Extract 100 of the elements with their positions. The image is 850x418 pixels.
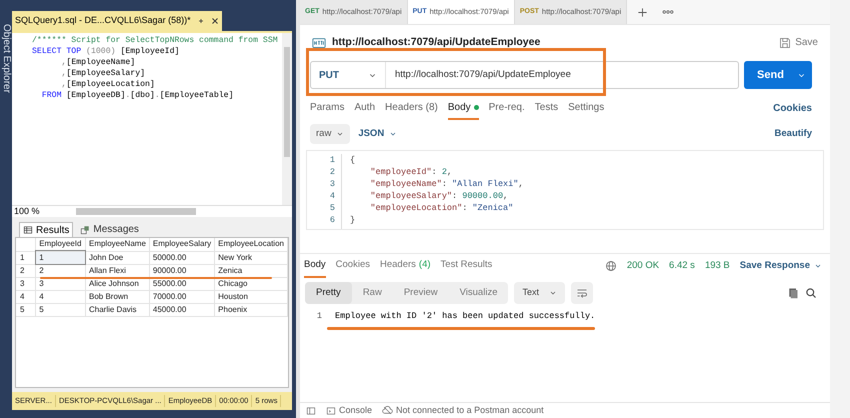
close-icon bbox=[210, 17, 219, 25]
request-option-tab[interactable]: Auth bbox=[354, 96, 376, 120]
code-line: "employeeId": 2, bbox=[369, 166, 454, 178]
format-dropdown[interactable]: Text bbox=[514, 282, 565, 304]
code-line: ,[EmployeeSalary] bbox=[60, 68, 146, 79]
results-tab[interactable]: Results bbox=[19, 222, 74, 237]
save-icon bbox=[779, 36, 792, 48]
plus-icon bbox=[637, 6, 648, 18]
grid-icon bbox=[23, 225, 33, 235]
method-dropdown[interactable]: PUT bbox=[311, 62, 386, 88]
request-title: http://localhost:7079/api/UpdateEmployee bbox=[332, 34, 540, 50]
request-option-tab[interactable]: Headers (8) bbox=[385, 96, 438, 120]
chevron-icon bbox=[336, 130, 344, 138]
code-line: } bbox=[350, 214, 356, 226]
table-cell: New York bbox=[214, 251, 288, 264]
table-cell: 1 bbox=[36, 251, 86, 264]
table-cell: 4 bbox=[36, 290, 86, 303]
request-option-tab[interactable]: Pre-req. bbox=[488, 96, 525, 120]
send-button[interactable]: Send bbox=[744, 61, 812, 89]
request-option-tab[interactable]: Settings bbox=[568, 96, 604, 120]
line-number: 4 bbox=[330, 190, 335, 202]
line-number: 6 bbox=[330, 214, 335, 226]
horizontal-scrollbar[interactable] bbox=[76, 208, 196, 215]
response-size: 193 B bbox=[704, 258, 730, 273]
table-cell: 50000.00 bbox=[149, 251, 215, 264]
results-tab[interactable]: Messages bbox=[77, 222, 142, 237]
table-cell: John Doe bbox=[85, 251, 150, 264]
wrap-button[interactable] bbox=[571, 282, 593, 304]
response-time: 6.42 s bbox=[669, 258, 695, 273]
table-cell: Phoenix bbox=[214, 303, 288, 316]
header-count: (4) bbox=[418, 258, 431, 272]
url-input[interactable]: http://localhost:7079/api/UpdateEmployee bbox=[386, 68, 580, 82]
response-text: Employee with ID '2' has been updated successfully. bbox=[335, 310, 596, 323]
chevron-icon bbox=[389, 130, 398, 138]
column-header[interactable]: EmployeeName bbox=[85, 238, 150, 251]
sidebar-toggle-icon bbox=[306, 406, 316, 416]
chevron-icon bbox=[814, 262, 822, 270]
cookies-link[interactable]: Cookies bbox=[773, 100, 820, 116]
line-number: 2 bbox=[330, 166, 335, 178]
line-number: 3 bbox=[330, 178, 335, 190]
wrap-lines-icon bbox=[576, 287, 588, 299]
side-panel-tab[interactable]: Object Explorer bbox=[1, 24, 11, 93]
cloud-off-icon bbox=[382, 405, 394, 416]
code-line: "employeeName": "Allan Flexi", bbox=[369, 178, 524, 190]
pin-icon bbox=[196, 17, 205, 25]
code-line: ,[EmployeeName] bbox=[60, 57, 136, 68]
line-number: 1 bbox=[316, 310, 322, 323]
view-tab[interactable]: Preview bbox=[392, 282, 449, 304]
code-line: "employeeLocation": "Zenica" bbox=[369, 202, 514, 214]
messages-icon bbox=[80, 224, 90, 234]
response-tab[interactable]: Headers (4) bbox=[380, 254, 431, 278]
save-button[interactable]: Save bbox=[779, 35, 818, 50]
table-cell: 70000.00 bbox=[149, 290, 215, 303]
view-tab[interactable]: Visualize bbox=[448, 282, 508, 304]
table-cell: Charlie Davis bbox=[85, 303, 150, 316]
line-number: 1 bbox=[330, 154, 335, 166]
copy-icon bbox=[787, 287, 799, 299]
globe-icon bbox=[604, 260, 617, 272]
row-number: 4 bbox=[16, 290, 36, 303]
code-line: FROM [EmployeeDB].[dbo].[EmployeeTable] bbox=[40, 90, 234, 101]
request-option-tab[interactable]: Tests bbox=[534, 96, 558, 120]
save-response-button[interactable]: Save Response bbox=[740, 258, 826, 274]
row-number: 2 bbox=[16, 264, 36, 277]
scrollbar[interactable] bbox=[282, 33, 292, 205]
console-button[interactable]: Console bbox=[326, 404, 372, 418]
code-editor[interactable]: /****** Script for SelectTopNRows command from SSM SELECT TOP (1000) [EmployeeId] ,[EmployeeName] ,[EmployeeSalary] ,[EmployeeLocation] FROM [EmployeeDB].[dbo].[EmployeeTable] bbox=[12, 31, 292, 205]
line-number: 5 bbox=[330, 202, 335, 214]
beautify-link[interactable]: Beautify bbox=[774, 126, 820, 142]
response-tab[interactable]: Body bbox=[304, 254, 326, 278]
account-status: Not connected to a Postman account bbox=[396, 404, 544, 417]
document-title: SQLQuery1.sql - DE...CVQLL6\Sagar (58))* bbox=[15, 14, 191, 28]
code-line: "employeeSalary": 90000.00, bbox=[369, 190, 510, 202]
code-line: ,[EmployeeLocation] bbox=[60, 79, 155, 90]
table-cell: 5 bbox=[36, 303, 86, 316]
response-tab[interactable]: Test Results bbox=[440, 254, 492, 278]
table-cell: 45000.00 bbox=[149, 303, 215, 316]
code-line: SELECT TOP (1000) [EmployeeId] bbox=[32, 46, 180, 57]
document-tab[interactable]: SQLQuery1.sql - DE...CVQLL6\Sagar (58))* bbox=[12, 11, 222, 31]
view-tab[interactable]: Pretty bbox=[305, 282, 352, 304]
code-line: { bbox=[350, 154, 356, 166]
http-icon bbox=[312, 36, 326, 50]
chevron-icon bbox=[549, 289, 557, 297]
terminal-icon bbox=[326, 406, 336, 416]
row-number: 3 bbox=[16, 277, 36, 290]
search-icon bbox=[805, 287, 817, 299]
response-tab[interactable]: Cookies bbox=[336, 254, 370, 278]
table-cell: Bob Brown bbox=[85, 290, 150, 303]
column-header[interactable]: EmployeeSalary bbox=[149, 238, 215, 251]
view-tab[interactable]: Raw bbox=[352, 282, 393, 304]
request-option-tab[interactable]: Params bbox=[310, 96, 344, 120]
request-option-tab[interactable]: Body bbox=[448, 96, 479, 120]
status-code: 200 OK bbox=[626, 258, 660, 273]
url-bar[interactable]: PUT http://localhost:7079/api/UpdateEmployee bbox=[310, 61, 739, 89]
body-mode-dropdown[interactable]: raw bbox=[310, 124, 350, 144]
code-line: /****** Script for SelectTopNRows command from SSM bbox=[32, 35, 278, 46]
format-dropdown[interactable]: JSON bbox=[358, 126, 398, 142]
table-cell: Houston bbox=[214, 290, 288, 303]
column-header[interactable]: EmployeeLocation bbox=[214, 238, 288, 251]
body-editor[interactable]: 1 2 3 4 5 6 { "employeeId": 2, "employeeName": "Allan Flexi", "employeeSalary": 90000.00, "employeeLocation": "Zenica" } bbox=[306, 150, 824, 230]
row-number: 5 bbox=[16, 303, 36, 316]
